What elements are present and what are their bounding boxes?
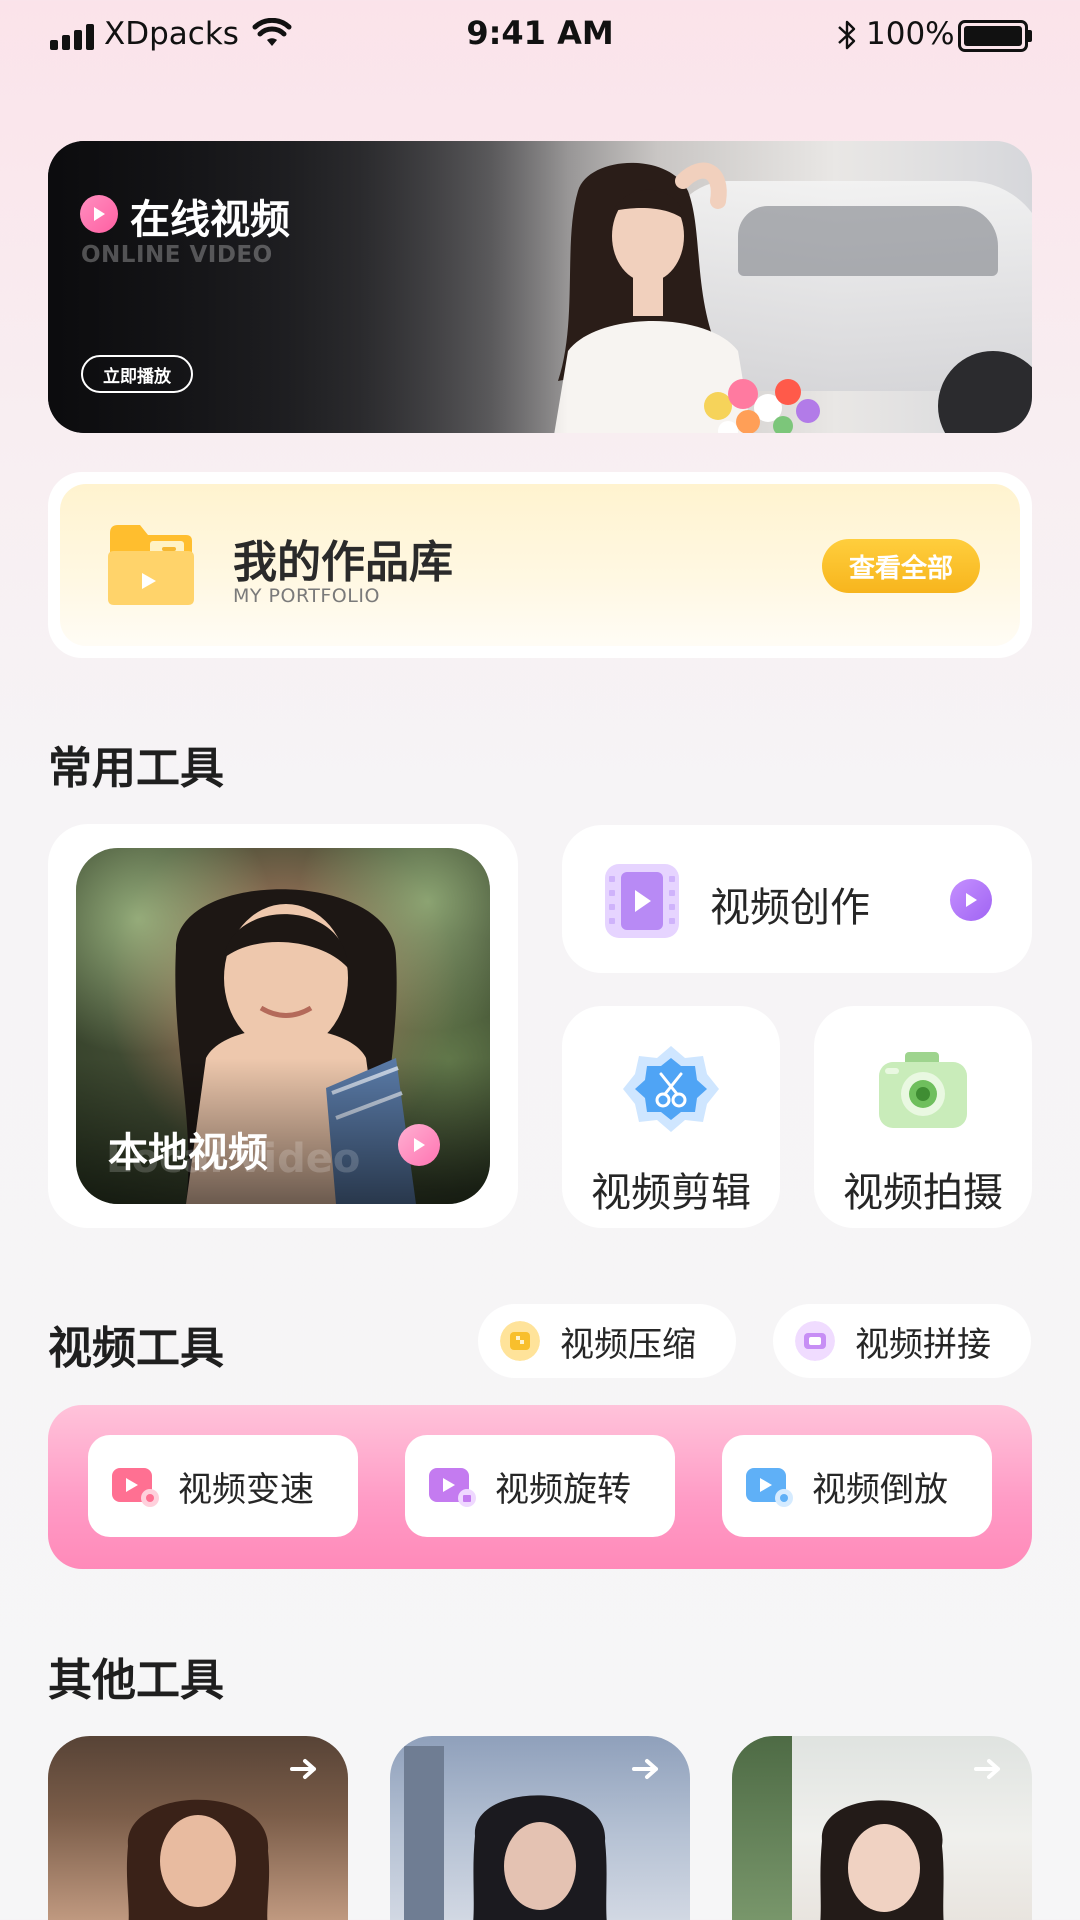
portfolio-subtitle: MY PORTFOLIO	[233, 585, 380, 607]
video-speed-label: 视频变速	[178, 1469, 314, 1510]
play-icon[interactable]	[398, 1124, 440, 1166]
play-now-button[interactable]: 立即播放	[81, 355, 193, 393]
common-tools-title: 常用工具	[48, 743, 224, 794]
video-tools-title: 视频工具	[48, 1323, 224, 1374]
arrow-right-icon	[290, 1759, 316, 1779]
video-rotate-label: 视频旋转	[495, 1469, 631, 1510]
other-tool-card[interactable]	[48, 1736, 348, 1920]
portrait-photo	[473, 1795, 607, 1920]
plant-image	[732, 1736, 792, 1920]
portrait-photo	[126, 1799, 270, 1920]
battery-icon	[958, 20, 1028, 52]
video-shoot-label: 视频拍摄	[843, 1170, 1003, 1216]
banner-title: 在线视频	[130, 197, 290, 243]
compress-icon	[500, 1321, 540, 1361]
play-icon	[80, 195, 118, 233]
local-video-title: 本地视频	[108, 1130, 268, 1176]
other-tool-card[interactable]	[732, 1736, 1032, 1920]
video-compress-chip[interactable]: 视频压缩	[478, 1304, 736, 1378]
video-splice-label: 视频拼接	[855, 1324, 991, 1365]
flowers-image	[704, 379, 820, 433]
scissors-icon	[623, 1046, 719, 1132]
camera-icon	[879, 1052, 967, 1128]
video-reverse-label: 视频倒放	[812, 1469, 948, 1510]
banner-subtitle: ONLINE VIDEO	[81, 242, 273, 268]
folder-icon	[108, 525, 194, 605]
video-edit-label: 视频剪辑	[591, 1170, 751, 1216]
view-all-button[interactable]: 查看全部	[822, 539, 980, 593]
play-icon[interactable]	[950, 879, 992, 921]
video-reverse-button[interactable]: 视频倒放	[722, 1435, 992, 1537]
status-bar: XDpacks 9:41 AM 100%	[0, 0, 1080, 70]
portrait-photo	[820, 1800, 944, 1920]
arrow-right-icon	[974, 1759, 1000, 1779]
online-video-banner[interactable]: 在线视频 ONLINE VIDEO 立即播放	[48, 141, 1032, 433]
battery-percent: 100%	[866, 16, 955, 52]
building-image	[404, 1746, 444, 1920]
film-icon	[605, 864, 679, 938]
video-speed-button[interactable]: 视频变速	[88, 1435, 358, 1537]
splice-icon	[795, 1321, 835, 1361]
other-tools-title: 其他工具	[48, 1655, 224, 1706]
bluetooth-icon	[838, 20, 856, 50]
video-compress-label: 视频压缩	[560, 1324, 696, 1365]
video-rotate-button[interactable]: 视频旋转	[405, 1435, 675, 1537]
video-create-label: 视频创作	[710, 885, 870, 931]
speed-icon	[112, 1468, 159, 1507]
portfolio-title: 我的作品库	[233, 537, 453, 588]
video-splice-chip[interactable]: 视频拼接	[773, 1304, 1031, 1378]
arrow-right-icon	[632, 1759, 658, 1779]
battery-tip	[1028, 30, 1032, 42]
reverse-icon	[746, 1468, 793, 1507]
rotate-icon	[429, 1468, 476, 1507]
other-tool-card[interactable]	[390, 1736, 690, 1920]
